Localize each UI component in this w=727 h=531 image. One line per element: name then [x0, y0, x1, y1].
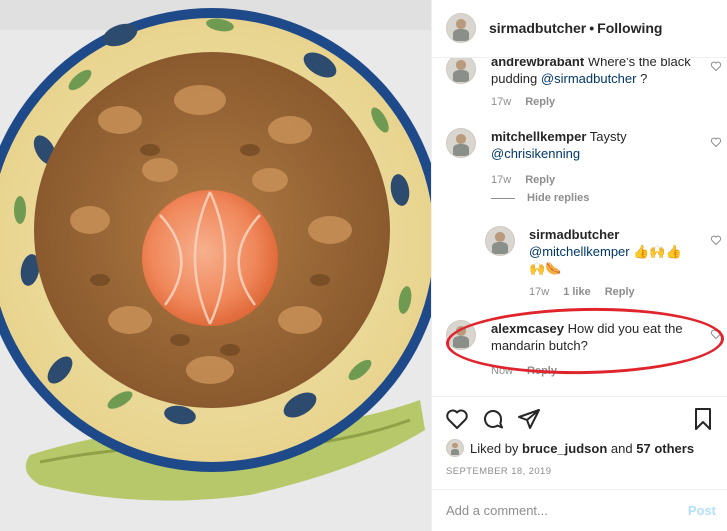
- bookmark-icon[interactable]: [691, 407, 715, 431]
- commenter-avatar[interactable]: [446, 320, 476, 350]
- header-separator: •: [589, 20, 595, 36]
- comment-mention[interactable]: @sirmadbutcher: [541, 71, 637, 86]
- commenter-avatar[interactable]: [446, 128, 476, 158]
- liked-by-joiner: and: [610, 440, 633, 456]
- like-comment-heart-icon[interactable]: [710, 60, 722, 72]
- comment-username[interactable]: andrewbrabant: [491, 58, 584, 69]
- comment-meta: 17w Reply: [491, 174, 555, 186]
- like-comment-heart-icon[interactable]: [710, 234, 722, 246]
- comment-text: andrewbrabant Where's the black pudding …: [491, 58, 696, 87]
- comment-meta: 17w 1 like Reply: [529, 286, 635, 298]
- likes-summary: Liked by bruce_judson and 57 others: [446, 439, 694, 457]
- post-photo: [0, 0, 431, 531]
- post-comment-button[interactable]: Post: [688, 503, 716, 518]
- author-username[interactable]: sirmadbutcher: [489, 20, 586, 36]
- add-comment-bar: Add a comment... Post: [432, 489, 727, 531]
- liked-by-others[interactable]: 57 others: [636, 441, 694, 456]
- reply-button[interactable]: Reply: [525, 174, 555, 186]
- post-sidebar: sirmadbutcher • Following andrewbrabant Wh…: [431, 0, 727, 531]
- comments-list[interactable]: andrewbrabant Where's the black pudding …: [432, 58, 727, 396]
- like-comment-heart-icon[interactable]: [710, 136, 722, 148]
- add-comment-input[interactable]: Add a comment...: [446, 503, 548, 518]
- post-actions: Liked by bruce_judson and 57 others SEPT…: [432, 396, 727, 531]
- liked-by-prefix: Liked by: [470, 440, 519, 456]
- like-comment-heart-icon[interactable]: [710, 328, 722, 340]
- liker-avatar[interactable]: [446, 439, 464, 457]
- post-header: sirmadbutcher • Following: [432, 0, 727, 58]
- comment-meta: 17w Reply: [491, 96, 555, 108]
- comment-text: sirmadbutcher @mitchellkemper 👍🙌👍 🙌🌭: [529, 226, 699, 277]
- comment-emoji: 👍🙌👍: [633, 244, 682, 259]
- commenter-avatar[interactable]: [485, 226, 515, 256]
- comment-text: alexmcasey How did you eat the mandarin …: [491, 320, 696, 354]
- comment-text: mitchellkemper Taysty @chrisikenning: [491, 128, 696, 162]
- comment-body: Taysty: [589, 129, 627, 144]
- hide-replies-button[interactable]: Hide replies: [527, 192, 589, 204]
- reply-button[interactable]: Reply: [527, 365, 557, 377]
- hide-replies-label: Hide replies: [527, 192, 590, 204]
- reply-button[interactable]: Reply: [525, 96, 555, 108]
- comment-username[interactable]: mitchellkemper: [491, 129, 586, 144]
- commenter-avatar[interactable]: [446, 58, 476, 84]
- post-date[interactable]: SEPTEMBER 18, 2019: [446, 466, 551, 477]
- comment-emoji: 🙌🌭: [529, 261, 562, 276]
- comment-meta: Now Reply: [491, 365, 557, 377]
- heart-icon[interactable]: [445, 407, 469, 431]
- header-text: sirmadbutcher • Following: [489, 20, 662, 36]
- comment-username[interactable]: alexmcasey: [491, 321, 564, 336]
- comment-likes[interactable]: 1 like: [563, 286, 591, 298]
- author-avatar[interactable]: [446, 13, 476, 43]
- replies-divider: [491, 198, 515, 199]
- comment-age: Now: [491, 365, 514, 377]
- comment-tail: ?: [640, 71, 648, 86]
- comment-icon[interactable]: [481, 407, 505, 431]
- following-button[interactable]: Following: [597, 20, 662, 36]
- comment-mention[interactable]: @mitchellkemper: [529, 244, 630, 259]
- share-icon[interactable]: [517, 407, 541, 431]
- liked-by-user[interactable]: bruce_judson: [522, 441, 607, 456]
- comment-age: 17w: [529, 286, 550, 298]
- comment-mention[interactable]: @chrisikenning: [491, 146, 580, 161]
- reply-button[interactable]: Reply: [605, 286, 635, 298]
- comment-age: 17w: [491, 96, 512, 108]
- comment-age: 17w: [491, 174, 512, 186]
- comment-username[interactable]: sirmadbutcher: [529, 227, 619, 242]
